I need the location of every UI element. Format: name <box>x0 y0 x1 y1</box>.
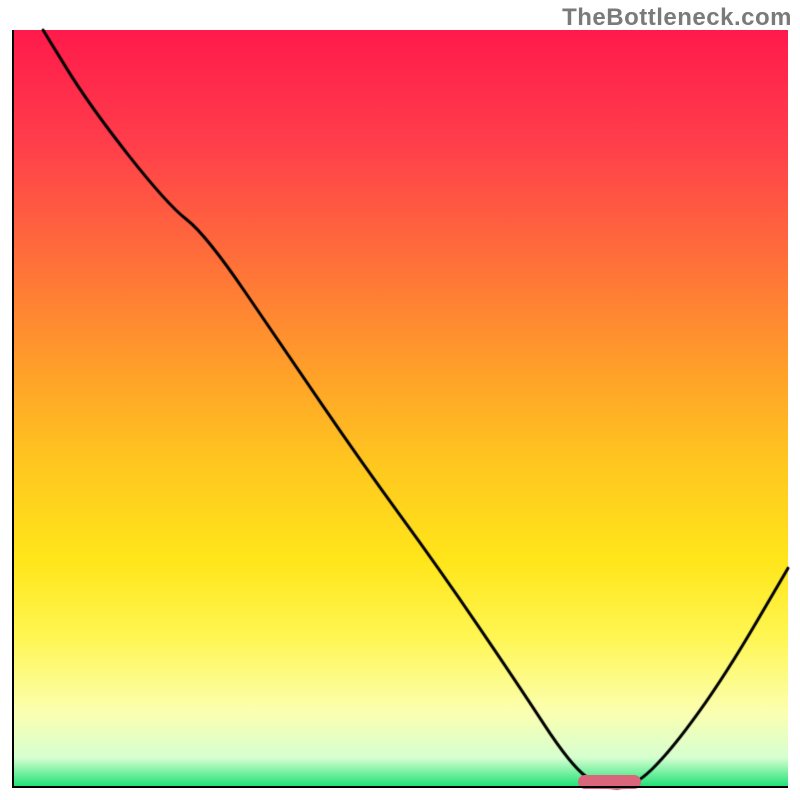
watermark-text: TheBottleneck.com <box>562 4 792 32</box>
y-axis <box>12 30 14 788</box>
chart-container: TheBottleneck.com <box>0 0 800 800</box>
x-axis <box>12 786 788 788</box>
bottleneck-curve <box>0 0 800 800</box>
